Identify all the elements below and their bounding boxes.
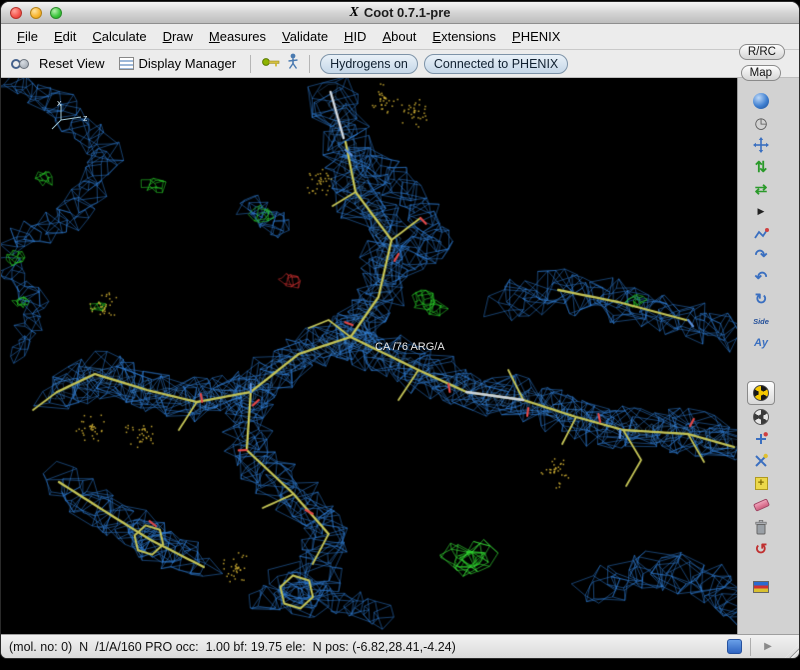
regularize-zone-icon[interactable]: ⇄ (747, 179, 775, 199)
status-indicator (727, 639, 742, 654)
pink-eraser-icon (752, 498, 770, 512)
close-button[interactable] (10, 6, 22, 19)
rotate-translate-icon[interactable]: ↻ (747, 289, 775, 309)
status-text: (mol. no: 0) N /1/A/160 PRO occ: 1.00 bf… (9, 639, 456, 654)
x11-icon: X (349, 4, 359, 20)
menu-extensions[interactable]: Extensions (424, 26, 504, 47)
axis-z-label: z (83, 113, 88, 123)
side-view-icon[interactable]: Side (747, 311, 775, 331)
stick-figure-icon[interactable] (287, 53, 299, 75)
striped-flag-icon (753, 581, 769, 593)
map-button[interactable]: Map (740, 65, 781, 81)
minimize-button[interactable] (30, 6, 42, 19)
menu-edit[interactable]: Edit (46, 26, 84, 47)
menu-hid[interactable]: HID (336, 26, 374, 47)
sidechain-flip-icon[interactable]: ↶ (747, 267, 775, 287)
menu-validate[interactable]: Validate (274, 26, 336, 47)
toolbar-separator (309, 54, 311, 73)
rrc-button[interactable]: R/RC (738, 44, 785, 60)
flag-icon[interactable] (747, 577, 775, 597)
mutate-icon[interactable]: Ay (747, 333, 775, 353)
phenix-connection-button[interactable]: Connected to PHENIX (423, 53, 569, 74)
menu-phenix[interactable]: PHENIX (504, 26, 568, 47)
window-title: Coot 0.7.1-pre (363, 5, 451, 20)
expander-icon: ▶ (764, 641, 772, 652)
plus-box-icon: + (754, 476, 768, 490)
radiation-dark-icon (753, 409, 769, 425)
window-controls (10, 6, 62, 19)
refmac-refine-button-active[interactable] (747, 381, 775, 405)
display-manager-label: Display Manager (138, 56, 237, 71)
play-icon[interactable]: ▶ (747, 201, 775, 221)
main-area: x z CA /76 ARG/A ◷ ⇅ ⇄ ▶ ↷ ↶ ↻ Side Ay +… (1, 78, 799, 634)
menu-draw[interactable]: Draw (155, 26, 201, 47)
cross-yellow-dot-icon (755, 453, 768, 467)
menu-measures[interactable]: Measures (201, 26, 274, 47)
titlebar: X Coot 0.7.1-pre (1, 2, 799, 24)
add-residue-icon[interactable]: + (747, 473, 775, 493)
toolbar-separator (250, 54, 252, 73)
symmetry-icon[interactable] (747, 407, 775, 427)
delete-atom-icon[interactable] (747, 451, 775, 471)
timer-icon[interactable]: ◷ (747, 113, 775, 133)
sphere-icon (753, 93, 769, 109)
resize-grip[interactable] (785, 644, 799, 658)
reset-view-label: Reset View (39, 56, 105, 71)
zigzag-icon (754, 227, 769, 238)
coot-window: X Coot 0.7.1-pre File Edit Calculate Dra… (1, 2, 799, 658)
edit-chi-angles-icon[interactable] (747, 223, 775, 243)
navigation-sphere-icon[interactable] (747, 91, 775, 111)
axis-x-label: x (57, 98, 62, 108)
flip-peptide-icon[interactable]: ↷ (747, 245, 775, 265)
statusbar: (mol. no: 0) N /1/A/160 PRO occ: 1.00 bf… (1, 634, 799, 658)
delete-item-icon[interactable] (747, 517, 775, 537)
menu-about[interactable]: About (374, 26, 424, 47)
residue-label: CA /76 ARG/A (375, 341, 445, 353)
go-to-atom-icon[interactable] (261, 55, 281, 73)
molecules-icon[interactable] (11, 58, 29, 69)
right-toolbar: ◷ ⇅ ⇄ ▶ ↷ ↶ ↻ Side Ay + ↺ (737, 78, 799, 634)
eraser-icon[interactable] (747, 495, 775, 515)
display-manager-button[interactable]: Display Manager (115, 54, 241, 73)
translate-zone-icon[interactable] (747, 135, 775, 155)
move-arrows-icon (753, 137, 769, 153)
menu-calculate[interactable]: Calculate (84, 26, 154, 47)
real-space-refine-icon[interactable]: ⇅ (747, 157, 775, 177)
trash-icon (755, 519, 767, 534)
zoom-button[interactable] (50, 6, 62, 19)
gl-viewport[interactable]: x z CA /76 ARG/A (1, 78, 737, 634)
undo-icon[interactable]: ↺ (747, 539, 775, 559)
menu-file[interactable]: File (9, 26, 46, 47)
display-manager-icon (118, 57, 134, 70)
hydrogens-toggle-button[interactable]: Hydrogens on (320, 53, 418, 74)
toolbar: Reset View Display Manager Hydrogens on … (1, 50, 799, 78)
plus-red-dot-icon (756, 432, 768, 444)
menubar: File Edit Calculate Draw Measures Valida… (1, 24, 799, 50)
expander-button[interactable]: ▶ (751, 641, 785, 652)
radiation-yellow-icon (753, 385, 769, 401)
add-atom-icon[interactable] (747, 429, 775, 449)
filled-circle-icon (19, 58, 29, 69)
reset-view-button[interactable]: Reset View (35, 54, 109, 73)
axis-indicator: x z (51, 98, 88, 130)
window-title-area: X Coot 0.7.1-pre (1, 2, 799, 23)
density-canvas[interactable] (1, 78, 737, 634)
